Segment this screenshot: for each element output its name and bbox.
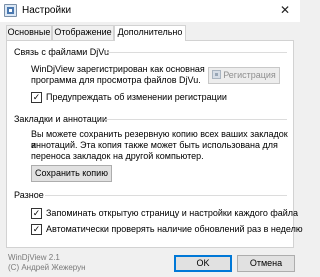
section-title-bookmarks: Закладки и аннотации	[14, 114, 107, 124]
copyright: (C) Андрей Жежерун	[8, 263, 86, 272]
auto-update-checkbox-row[interactable]: ✓ Автоматически проверять наличие обновл…	[31, 224, 303, 235]
bookmarks-description-line-3: переноса закладок на другой компьютер.	[31, 151, 204, 161]
separator	[105, 119, 287, 120]
register-button-label: Регистрация	[223, 70, 276, 80]
app-version: WinDjView 2.1	[8, 253, 60, 262]
separator	[107, 52, 287, 53]
section-title-djvu: Связь с файлами DjVu	[14, 47, 109, 57]
section-title-misc: Разное	[14, 190, 44, 200]
warn-registration-checkbox[interactable]: ✓	[31, 92, 42, 103]
cancel-button[interactable]: Отмена	[237, 255, 295, 272]
register-button[interactable]: Регистрация	[208, 67, 280, 84]
tab-display[interactable]: Отображение	[52, 25, 114, 40]
close-button[interactable]: ✕	[270, 0, 300, 22]
app-icon	[4, 4, 17, 17]
remember-page-label: Запоминать открытую страницу и настройки…	[46, 208, 299, 218]
bookmarks-description-line-2: аннотаций. Эта копия также может быть ис…	[31, 140, 278, 150]
title-bar: Настройки ✕	[0, 0, 300, 22]
ok-button[interactable]: OK	[174, 255, 232, 272]
auto-update-checkbox[interactable]: ✓	[31, 224, 42, 235]
shield-icon	[212, 70, 222, 79]
tab-general[interactable]: Основные	[6, 25, 52, 40]
registration-status-line-1: WinDjView зарегистрирован как основная	[31, 64, 205, 74]
warn-registration-label: Предупреждать об изменении регистрации	[46, 92, 227, 102]
registration-status-line-2: программа для просмотра файлов DjVu.	[31, 75, 201, 85]
remember-page-checkbox-row[interactable]: ✓ Запоминать открытую страницу и настрой…	[31, 208, 298, 219]
auto-update-label: Автоматически проверять наличие обновлен…	[46, 224, 303, 234]
tab-advanced[interactable]: Дополнительно	[114, 25, 186, 41]
save-backup-button[interactable]: Сохранить копию	[31, 165, 112, 182]
tab-panel-advanced: Связь с файлами DjVu WinDjView зарегистр…	[6, 40, 303, 248]
warn-registration-checkbox-row[interactable]: ✓ Предупреждать об изменении регистрации	[31, 92, 271, 103]
separator	[45, 195, 287, 196]
window-title: Настройки	[22, 5, 72, 16]
remember-page-checkbox[interactable]: ✓	[31, 208, 42, 219]
